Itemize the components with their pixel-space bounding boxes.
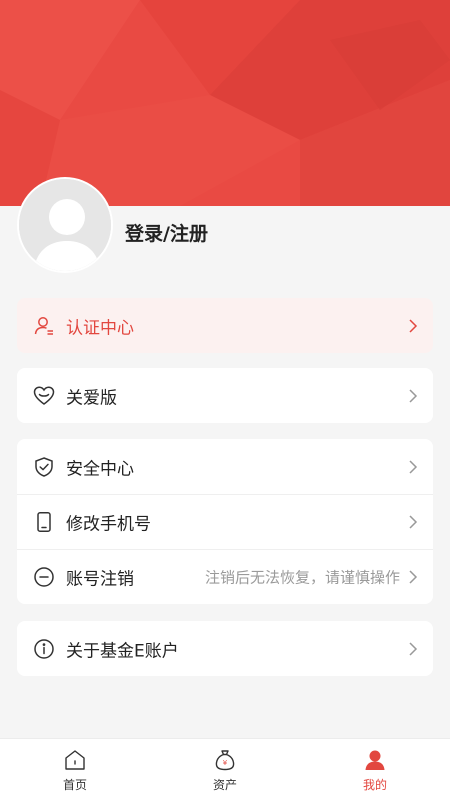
chevron-right-icon <box>408 570 418 584</box>
chevron-right-icon <box>408 318 418 333</box>
shield-check-icon <box>33 456 55 478</box>
heart-icon <box>33 385 55 407</box>
menu-item-cancel-account[interactable]: 账号注销 注销后无法恢复，请谨慎操作 <box>17 549 433 604</box>
tab-mine[interactable]: 我的 <box>300 739 450 800</box>
menu-item-security-center[interactable]: 安全中心 <box>17 439 433 494</box>
avatar[interactable] <box>17 177 113 273</box>
chevron-right-icon <box>408 641 418 656</box>
tab-assets[interactable]: ¥ 资产 <box>150 739 300 800</box>
menu-item-care-version[interactable]: 关爱版 <box>17 368 433 423</box>
default-avatar-icon <box>19 179 111 271</box>
menu-item-label: 账号注销 <box>66 569 134 590</box>
money-bag-icon: ¥ <box>213 748 237 772</box>
menu-item-label: 关于基金E账户 <box>66 641 179 661</box>
bottom-tab-bar: 首页 ¥ 资产 我的 <box>0 738 450 800</box>
tab-label: 我的 <box>362 778 387 792</box>
login-register-link[interactable]: 登录/注册 <box>125 219 208 246</box>
menu-item-about[interactable]: 关于基金E账户 <box>17 621 433 676</box>
chevron-right-icon <box>408 515 418 529</box>
menu-item-label: 认证中心 <box>66 318 134 338</box>
tab-label: 资产 <box>212 778 237 792</box>
cert-center-card: 认证中心 <box>17 298 433 353</box>
menu-item-label: 关爱版 <box>66 388 117 408</box>
menu-item-label: 安全中心 <box>66 459 134 479</box>
tab-label: 首页 <box>62 778 87 792</box>
chevron-right-icon <box>408 388 418 403</box>
phone-icon <box>33 511 55 533</box>
about-card: 关于基金E账户 <box>17 621 433 676</box>
person-icon <box>363 748 387 772</box>
menu-item-label: 修改手机号 <box>66 514 151 535</box>
chevron-right-icon <box>408 459 418 474</box>
home-icon <box>63 748 87 772</box>
care-version-card: 关爱版 <box>17 368 433 423</box>
menu-item-change-phone[interactable]: 修改手机号 <box>17 494 433 549</box>
header-background-pattern <box>0 0 450 206</box>
profile-header-banner <box>0 0 450 206</box>
menu-item-cert-center[interactable]: 认证中心 <box>17 298 433 353</box>
info-circle-icon <box>33 638 55 660</box>
account-settings-card: 安全中心 修改手机号 账号注销 注销后无法恢复，请谨慎操作 <box>17 439 433 604</box>
minus-circle-icon <box>33 566 55 588</box>
svg-text:¥: ¥ <box>223 759 228 767</box>
tab-home[interactable]: 首页 <box>0 739 150 800</box>
cancel-account-warning: 注销后无法恢复，请谨慎操作 <box>204 568 400 587</box>
user-cert-icon <box>33 315 55 337</box>
